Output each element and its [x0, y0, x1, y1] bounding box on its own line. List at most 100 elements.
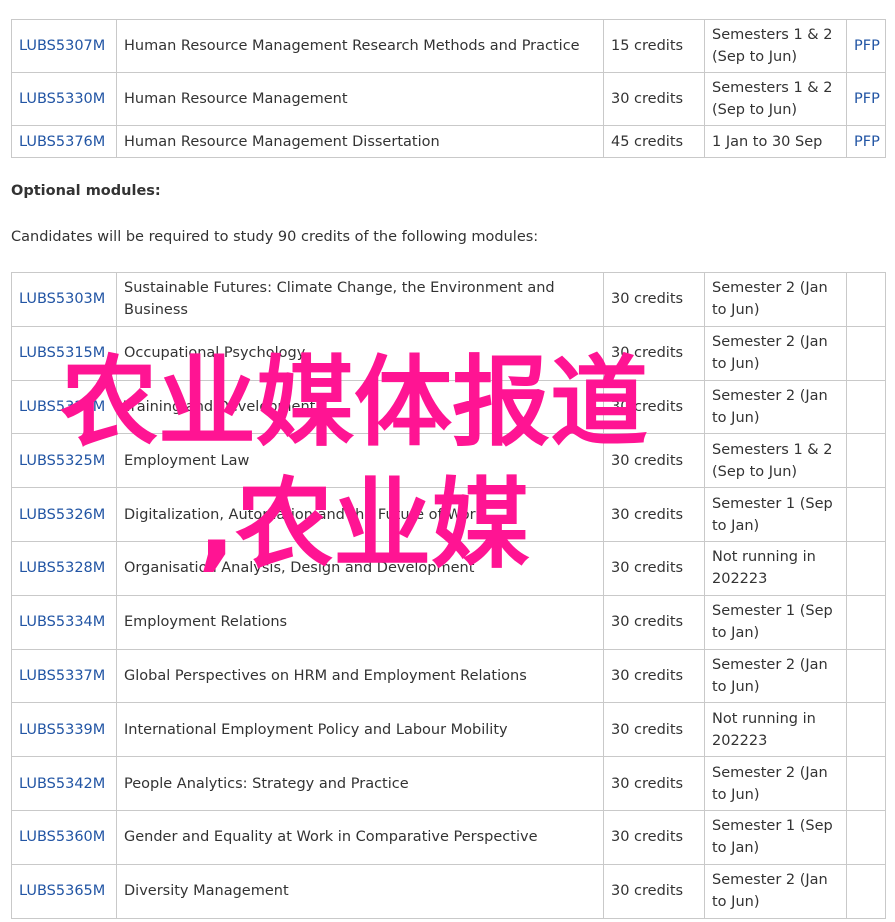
module-row: LUBS5307M Human Resource Management Resea…	[11, 19, 886, 73]
module-pfp-cell	[846, 809, 886, 865]
module-code-link[interactable]: LUBS5328M	[19, 560, 105, 576]
module-title: Employment Relations	[116, 594, 604, 650]
module-code-cell: LUBS5326M	[11, 487, 117, 542]
module-semester: Semester 1 (Sep to Jan)	[704, 594, 847, 650]
module-row: LUBS5337M Global Perspectives on HRM and …	[11, 648, 886, 704]
module-code-link[interactable]: LUBS5326M	[19, 507, 105, 523]
module-credits: 30 credits	[603, 325, 705, 381]
module-code-link[interactable]: LUBS5342M	[19, 776, 105, 792]
module-row: LUBS5325M Employment Law 30 credits Semeste…	[11, 433, 886, 489]
module-credits: 30 credits	[603, 272, 705, 327]
module-code-link[interactable]: LUBS5360M	[19, 829, 105, 845]
module-code-cell: LUBS5320M	[11, 379, 117, 435]
module-pfp-cell	[846, 863, 886, 919]
module-pfp-cell	[846, 272, 886, 327]
module-code-cell: LUBS5325M	[11, 433, 117, 489]
module-row: LUBS5376M Human Resource Management Disse…	[11, 125, 886, 158]
module-code-cell: LUBS5339M	[11, 702, 117, 758]
module-row: LUBS5334M Employment Relations 30 credits S…	[11, 594, 886, 650]
module-code-link[interactable]: LUBS5337M	[19, 668, 105, 684]
module-pfp-cell: PFP	[846, 72, 886, 126]
module-code-cell: LUBS5328M	[11, 540, 117, 596]
module-pfp-cell: PFP	[846, 19, 886, 73]
module-row: LUBS5339M International Employment Policy…	[11, 702, 886, 758]
module-pfp-cell	[846, 379, 886, 435]
module-credits: 15 credits	[603, 19, 705, 73]
module-code-link[interactable]: LUBS5315M	[19, 345, 105, 361]
module-code-cell: LUBS5360M	[11, 809, 117, 865]
module-code-link[interactable]: LUBS5320M	[19, 399, 105, 415]
module-code-link[interactable]: LUBS5339M	[19, 722, 105, 738]
module-semester: Semesters 1 & 2 (Sep to Jun)	[704, 72, 847, 126]
module-pfp-cell	[846, 648, 886, 704]
module-code-cell: LUBS5303M	[11, 272, 117, 327]
module-row: LUBS5326M Digitalization, Automation and …	[11, 487, 886, 542]
module-semester: Not running in 202223	[704, 540, 847, 596]
module-credits: 30 credits	[603, 648, 705, 704]
module-pfp-cell	[846, 594, 886, 650]
module-row: LUBS5320M Training and Development 30 cred…	[11, 379, 886, 435]
module-code-link[interactable]: LUBS5325M	[19, 453, 105, 469]
module-row: LUBS5315M Occupational Psychology 30 credi…	[11, 325, 886, 381]
module-credits: 30 credits	[603, 594, 705, 650]
optional-modules-intro: Candidates will be required to study 90 …	[11, 229, 539, 245]
pfp-link[interactable]: PFP	[854, 91, 880, 107]
module-credits: 45 credits	[603, 125, 705, 158]
module-title: Diversity Management	[116, 863, 604, 919]
module-code-cell: LUBS5307M	[11, 19, 117, 73]
module-row: LUBS5365M Diversity Management 30 credits S…	[11, 863, 886, 919]
module-credits: 30 credits	[603, 756, 705, 811]
module-pfp-cell	[846, 756, 886, 811]
module-title: Human Resource Management Dissertation	[116, 125, 604, 158]
module-code-link[interactable]: LUBS5376M	[19, 134, 105, 150]
optional-modules-heading: Optional modules:	[11, 183, 161, 199]
module-semester: Not running in 202223	[704, 702, 847, 758]
module-title: Global Perspectives on HRM and Employmen…	[116, 648, 604, 704]
module-code-link[interactable]: LUBS5303M	[19, 291, 105, 307]
module-semester: Semesters 1 & 2 (Sep to Jun)	[704, 19, 847, 73]
module-title: Gender and Equality at Work in Comparati…	[116, 809, 604, 865]
module-credits: 30 credits	[603, 379, 705, 435]
module-code-cell: LUBS5334M	[11, 594, 117, 650]
required-modules-table: LUBS5307M Human Resource Management Resea…	[11, 19, 886, 158]
module-semester: Semesters 1 & 2 (Sep to Jun)	[704, 433, 847, 489]
module-credits: 30 credits	[603, 809, 705, 865]
module-title: Sustainable Futures: Climate Change, the…	[116, 272, 604, 327]
pfp-link[interactable]: PFP	[854, 38, 880, 54]
module-pfp-cell	[846, 433, 886, 489]
module-code-link[interactable]: LUBS5330M	[19, 91, 105, 107]
module-title: Occupational Psychology	[116, 325, 604, 381]
module-title: Human Resource Management Research Metho…	[116, 19, 604, 73]
module-code-link[interactable]: LUBS5365M	[19, 883, 105, 899]
module-semester: Semester 2 (Jan to Jun)	[704, 648, 847, 704]
module-semester: Semester 1 (Sep to Jan)	[704, 809, 847, 865]
module-pfp-cell	[846, 540, 886, 596]
module-credits: 30 credits	[603, 487, 705, 542]
module-semester: 1 Jan to 30 Sep	[704, 125, 847, 158]
module-credits: 30 credits	[603, 702, 705, 758]
module-title: People Analytics: Strategy and Practice	[116, 756, 604, 811]
module-pfp-cell	[846, 487, 886, 542]
module-pfp-cell	[846, 325, 886, 381]
pfp-link[interactable]: PFP	[854, 134, 880, 150]
module-title: Training and Development	[116, 379, 604, 435]
module-semester: Semester 1 (Sep to Jan)	[704, 487, 847, 542]
module-semester: Semester 2 (Jan to Jun)	[704, 863, 847, 919]
module-title: Human Resource Management	[116, 72, 604, 126]
module-row: LUBS5303M Sustainable Futures: Climate Ch…	[11, 272, 886, 327]
module-title: Organisation Analysis, Design and Develo…	[116, 540, 604, 596]
module-credits: 30 credits	[603, 433, 705, 489]
module-code-link[interactable]: LUBS5334M	[19, 614, 105, 630]
module-credits: 30 credits	[603, 72, 705, 126]
module-title: International Employment Policy and Labo…	[116, 702, 604, 758]
module-semester: Semester 2 (Jan to Jun)	[704, 272, 847, 327]
module-credits: 30 credits	[603, 540, 705, 596]
module-row: LUBS5328M Organisation Analysis, Design a…	[11, 540, 886, 596]
module-code-link[interactable]: LUBS5307M	[19, 38, 105, 54]
module-semester: Semester 2 (Jan to Jun)	[704, 379, 847, 435]
module-row: LUBS5330M Human Resource Management 30 cre…	[11, 72, 886, 126]
module-credits: 30 credits	[603, 863, 705, 919]
module-pfp-cell: PFP	[846, 125, 886, 158]
optional-modules-table: LUBS5303M Sustainable Futures: Climate Ch…	[11, 272, 886, 919]
module-code-cell: LUBS5337M	[11, 648, 117, 704]
